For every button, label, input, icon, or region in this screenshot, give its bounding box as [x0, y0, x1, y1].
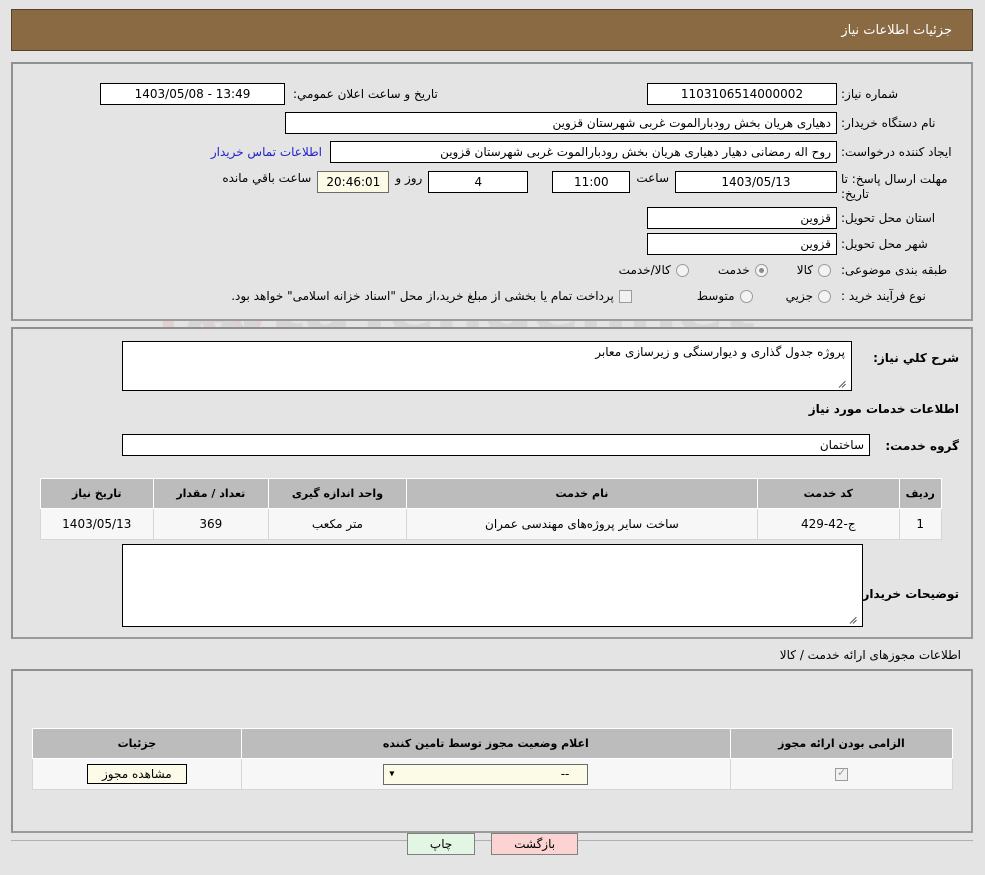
- view-permit-button[interactable]: مشاهده مجوز: [87, 764, 187, 784]
- service-group-label: گروه خدمت:: [885, 439, 959, 453]
- checkbox-treasury-icon[interactable]: [618, 289, 632, 303]
- deadline-hour-value: 11:00: [552, 171, 631, 193]
- print-button[interactable]: چاپ: [406, 833, 476, 855]
- radio-kala-khadamat-icon[interactable]: [675, 263, 689, 277]
- page-header-bar: جزئیات اطلاعات نیاز: [11, 9, 973, 51]
- cell-quantity: 369: [152, 508, 270, 540]
- permits-section-title: اطلاعات مجوزهای ارائه خدمت / کالا: [779, 648, 961, 662]
- table-row: 1 ج-42-429 ساخت سایر پروژه‌های مهندسی عم…: [40, 508, 942, 540]
- process-option-motevaset[interactable]: متوسط: [692, 289, 753, 303]
- remaining-time-value: 20:46:01: [317, 171, 390, 193]
- treasury-bond-option[interactable]: پرداخت تمام یا بخشی از مبلغ خرید،از محل …: [226, 289, 632, 303]
- request-creator-label: ایجاد کننده درخواست:: [841, 145, 952, 159]
- category-option-kala-khadamat[interactable]: کالا/خدمت: [614, 263, 689, 277]
- delivery-city-row: شهر محل تحویل: قزوین: [647, 232, 961, 256]
- checkbox-permit-required-icon: [835, 766, 848, 781]
- treasury-bond-text: پرداخت تمام یا بخشی از مبلغ خرید،از محل …: [231, 289, 614, 303]
- category-option-khadamat-label: خدمت: [717, 263, 750, 277]
- cell-permit-required: [730, 758, 953, 790]
- buyer-notes-label: توضیحات خریدار:: [857, 587, 959, 601]
- delivery-province-row: استان محل تحویل: قزوین: [647, 206, 961, 230]
- need-number-label: شماره نیاز:: [841, 87, 898, 101]
- need-description-textarea[interactable]: پروژه جدول گذاری و دیوارسنگی و زیرسازی م…: [122, 341, 852, 391]
- col-service-name: نام خدمت: [405, 478, 759, 509]
- chevron-down-icon: ▾: [389, 768, 395, 780]
- col-quantity: تعداد / مقدار: [152, 478, 270, 509]
- permits-table-header-row: الزامی بودن ارائه مجوز اعلام وضعیت مجوز …: [32, 728, 953, 759]
- permits-panel: الزامی بودن ارائه مجوز اعلام وضعیت مجوز …: [11, 669, 973, 833]
- radio-khadamat-icon[interactable]: [754, 263, 768, 277]
- category-option-kala-label: کالا: [796, 263, 813, 277]
- col-permit-details: جزئیات: [32, 728, 242, 759]
- back-button[interactable]: بازگشت: [491, 833, 579, 855]
- services-section-title: اطلاعات خدمات مورد نیاز: [808, 402, 959, 416]
- remaining-days-value: 4: [428, 171, 529, 193]
- col-row-no: ردیف: [898, 478, 942, 509]
- request-creator-row: ایجاد کننده درخواست: روح اله رمضانی دهیا…: [211, 140, 961, 164]
- col-permit-required: الزامی بودن ارائه مجوز: [730, 728, 953, 759]
- cell-service-name: ساخت سایر پروژه‌های مهندسی عمران: [405, 508, 759, 540]
- delivery-city-value: قزوین: [647, 233, 837, 255]
- announce-datetime-row: تاریخ و ساعت اعلان عمومي: 13:49 - 1403/0…: [100, 82, 438, 106]
- cell-need-date: 1403/05/13: [40, 508, 154, 540]
- process-option-motevaset-label: متوسط: [696, 289, 735, 303]
- process-option-jozi[interactable]: جزیي: [781, 289, 831, 303]
- response-deadline-row: مهلت ارسال پاسخ: تا تاریخ: 1403/05/13 سا…: [216, 169, 961, 205]
- permit-status-selected-value: --: [560, 766, 570, 781]
- buyer-org-label: نام دستگاه خریدار:: [841, 116, 936, 130]
- remaining-days-label: روز و: [395, 171, 423, 185]
- cell-row-no: 1: [898, 508, 942, 540]
- cell-permit-status: ▾ --: [240, 758, 732, 790]
- permit-status-select[interactable]: ▾ --: [383, 763, 589, 785]
- buyer-contact-link[interactable]: اطلاعات تماس خریدار: [211, 145, 322, 159]
- deadline-date-value: 1403/05/13: [675, 171, 837, 193]
- resize-grip-icon[interactable]: [849, 615, 859, 625]
- buyer-notes-textarea[interactable]: [122, 544, 863, 627]
- services-table: ردیف کد خدمت نام خدمت واحد اندازه گیری ت…: [40, 478, 942, 540]
- need-info-panel: شماره نیاز: 1103106514000002 تاریخ و ساع…: [11, 62, 973, 321]
- delivery-province-value: قزوین: [647, 207, 837, 229]
- permits-table: الزامی بودن ارائه مجوز اعلام وضعیت مجوز …: [32, 728, 953, 790]
- announce-datetime-value: 13:49 - 1403/05/08: [100, 83, 285, 105]
- need-description-value: پروژه جدول گذاری و دیوارسنگی و زیرسازی م…: [595, 345, 845, 359]
- cell-unit: متر مکعب: [268, 508, 407, 540]
- deadline-hour-label: ساعت: [636, 171, 669, 185]
- need-number-value: 1103106514000002: [647, 83, 837, 105]
- process-option-jozi-label: جزیي: [785, 289, 813, 303]
- buyer-org-row: نام دستگاه خریدار: دهیاری هریان بخش رودب…: [285, 111, 961, 135]
- request-creator-value: روح اله رمضانی دهیار دهیاری هریان بخش رو…: [330, 141, 837, 163]
- need-number-row: شماره نیاز: 1103106514000002: [647, 82, 961, 106]
- response-deadline-label: مهلت ارسال پاسخ: تا تاریخ:: [841, 172, 948, 201]
- col-permit-status: اعلام وضعیت مجوز توسط تامین کننده: [240, 728, 732, 759]
- services-table-header-row: ردیف کد خدمت نام خدمت واحد اندازه گیری ت…: [40, 478, 942, 509]
- need-description-label: شرح کلي نیاز:: [873, 351, 959, 365]
- radio-jozi-icon[interactable]: [818, 289, 831, 303]
- radio-motevaset-icon[interactable]: [739, 289, 753, 303]
- col-unit: واحد اندازه گیری: [268, 478, 407, 509]
- category-option-kala[interactable]: کالا: [792, 263, 831, 277]
- resize-grip-icon[interactable]: [838, 379, 848, 389]
- delivery-city-label: شهر محل تحویل:: [841, 237, 928, 251]
- col-need-date: تاریخ نیاز: [40, 478, 154, 509]
- service-group-value: ساختمان: [122, 434, 870, 456]
- subject-category-row: طبقه بندی موضوعی: کالا خدمت کالا/خدمت: [614, 258, 961, 282]
- purchase-process-row: نوع فرآیند خرید : جزیي متوسط پرداخت تمام…: [226, 284, 961, 308]
- subject-category-label: طبقه بندی موضوعی:: [841, 263, 948, 277]
- category-option-khadamat[interactable]: خدمت: [713, 263, 768, 277]
- category-option-kala-khadamat-label: کالا/خدمت: [618, 263, 671, 277]
- cell-permit-details: مشاهده مجوز: [32, 758, 242, 790]
- remaining-time-label: ساعت باقي مانده: [222, 171, 312, 185]
- buyer-org-value: دهیاری هریان بخش رودبارالموت غربی شهرستا…: [285, 112, 837, 134]
- delivery-province-label: استان محل تحویل:: [841, 211, 936, 225]
- radio-kala-icon[interactable]: [818, 263, 831, 277]
- need-details-panel: شرح کلي نیاز: پروژه جدول گذاری و دیوارسن…: [11, 327, 973, 639]
- footer-buttons: بازگشت چاپ: [0, 833, 985, 855]
- page-title: جزئیات اطلاعات نیاز: [841, 22, 952, 38]
- announce-datetime-label: تاریخ و ساعت اعلان عمومي:: [293, 87, 438, 101]
- cell-service-code: ج-42-429: [757, 508, 900, 540]
- table-row: ▾ -- مشاهده مجوز: [32, 758, 953, 790]
- purchase-process-label: نوع فرآیند خرید :: [841, 289, 926, 303]
- col-service-code: کد خدمت: [757, 478, 900, 509]
